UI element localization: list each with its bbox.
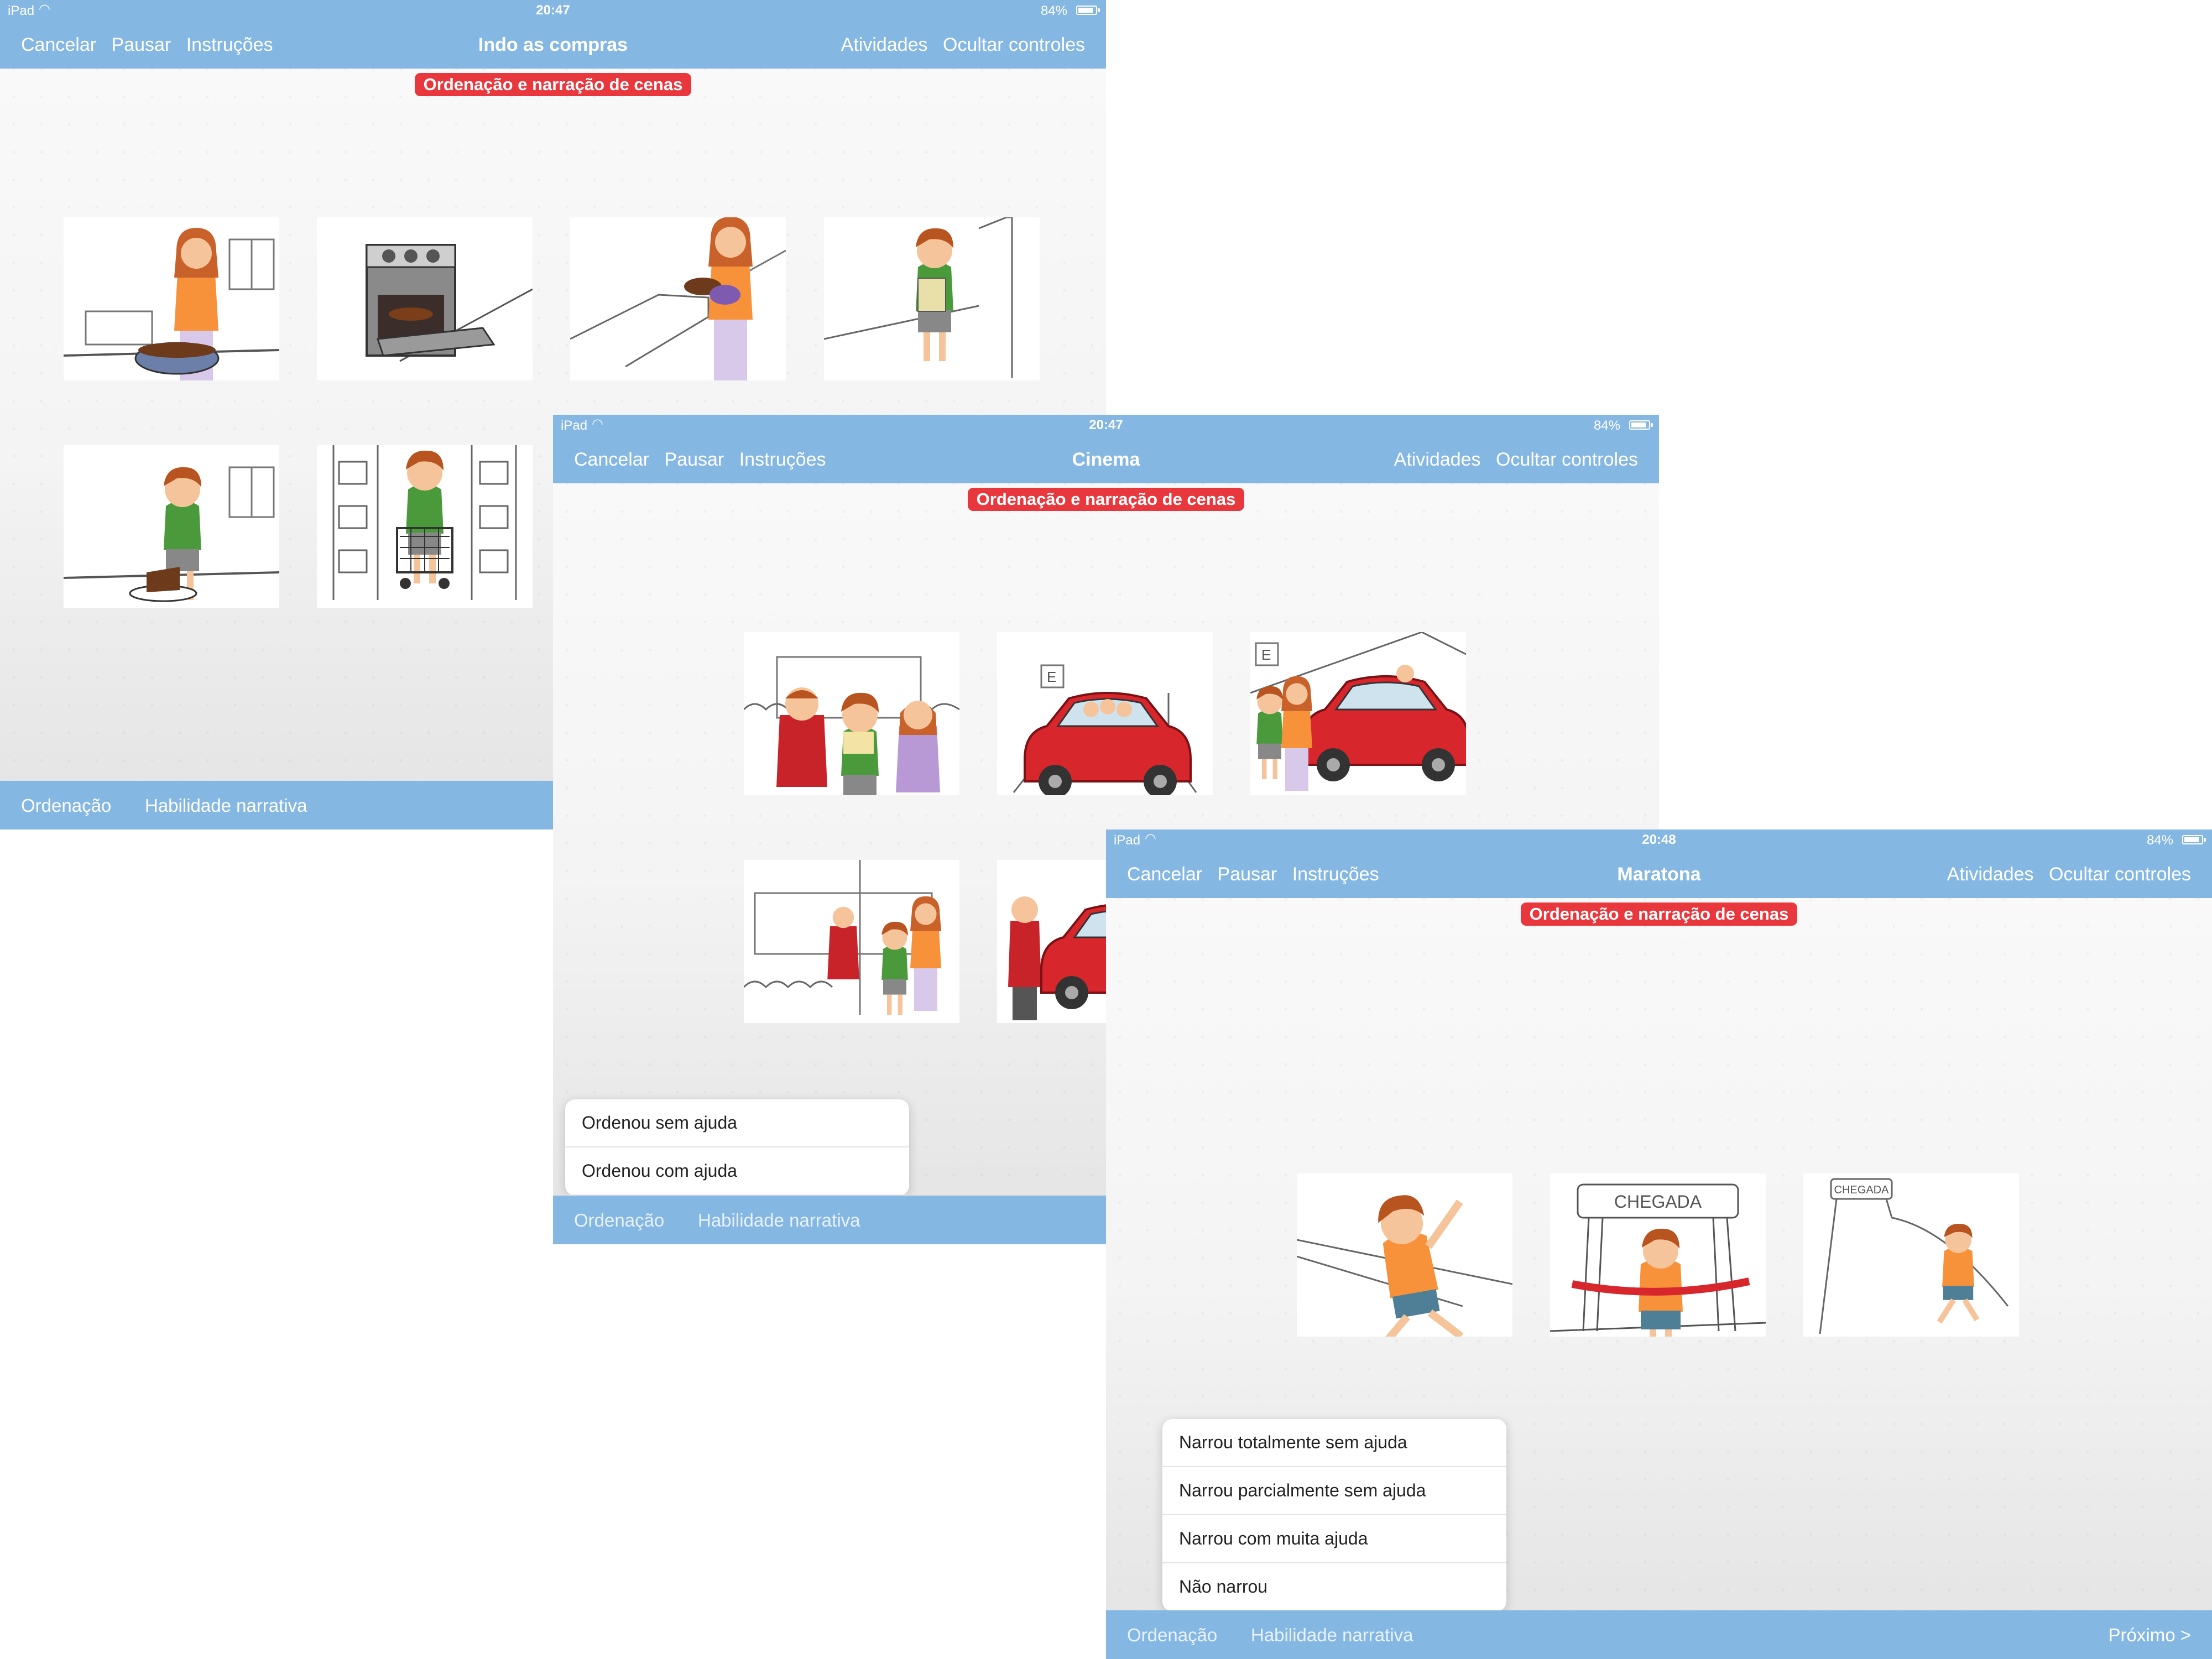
scene-card-family-leaving-cinema[interactable] bbox=[743, 860, 959, 1023]
scene-boy-crossing-finish-line: CHEGADA bbox=[1550, 1183, 1766, 1353]
tab-ordenacao[interactable]: Ordenação bbox=[1127, 1625, 1217, 1646]
finish-banner-text: CHEGADA bbox=[1614, 1192, 1702, 1212]
scene-card-boy-with-shopping-cart[interactable] bbox=[317, 445, 533, 608]
scene-card-boy-running-toward-finish[interactable]: CHEGADA bbox=[1803, 1173, 2019, 1337]
scene-card-family-arriving-at-car[interactable]: E bbox=[1250, 631, 1470, 795]
scene-card-family-in-cinema-seats[interactable] bbox=[743, 632, 960, 795]
scene-card-boy-with-shopping-bag[interactable] bbox=[823, 216, 1040, 380]
tab-habilidade-narrativa[interactable]: Habilidade narrativa bbox=[698, 1210, 860, 1231]
scene-card-cake-in-oven[interactable] bbox=[317, 217, 533, 380]
screen-maratona: iPad ◠ 20:48 84% Cancelar Pausar Instruç… bbox=[1106, 830, 2212, 1659]
battery-percent: 84% bbox=[1040, 3, 1067, 18]
activities-button[interactable]: Atividades bbox=[841, 34, 928, 55]
badge-label: Ordenação e narração de cenas bbox=[1520, 902, 1798, 926]
tab-habilidade-narrativa[interactable]: Habilidade narrativa bbox=[145, 795, 307, 816]
bottom-tab-bar: Ordenação Habilidade narrativa Próximo > bbox=[1106, 1610, 2212, 1659]
activities-button[interactable]: Atividades bbox=[1947, 864, 2034, 885]
narrative-options-popover: Narrou totalmente sem ajuda Narrou parci… bbox=[1162, 1419, 1506, 1624]
scene-card-boy-crossing-finish-line[interactable]: CHEGADA bbox=[1550, 1173, 1766, 1353]
scene-card-family-driving-car[interactable]: E bbox=[997, 632, 1213, 799]
option-narrou-totalmente-sem-ajuda[interactable]: Narrou totalmente sem ajuda bbox=[1162, 1419, 1506, 1467]
scene-woman-mixing-batter bbox=[63, 228, 280, 392]
option-narrou-parcialmente-sem-ajuda[interactable]: Narrou parcialmente sem ajuda bbox=[1162, 1467, 1506, 1515]
battery-percent: 84% bbox=[2146, 833, 2173, 848]
svg-text:E: E bbox=[1047, 669, 1056, 685]
activity-type-badge: Ordenação e narração de cenas bbox=[1106, 902, 2212, 926]
battery-icon bbox=[2182, 835, 2203, 844]
hide-controls-button[interactable]: Ocultar controles bbox=[943, 34, 1085, 55]
status-bar: iPad ◠ 20:48 84% bbox=[1106, 830, 2212, 851]
status-time: 20:48 bbox=[1642, 832, 1676, 847]
scene-family-arriving-at-car: E bbox=[1250, 631, 1470, 791]
badge-label: Ordenação e narração de cenas bbox=[414, 73, 692, 96]
option-ordenou-com-ajuda[interactable]: Ordenou com ajuda bbox=[565, 1147, 909, 1196]
tab-habilidade-narrativa[interactable]: Habilidade narrativa bbox=[1251, 1625, 1413, 1646]
option-ordenou-sem-ajuda[interactable]: Ordenou sem ajuda bbox=[565, 1099, 909, 1147]
scene-man-at-car-door bbox=[1008, 896, 1208, 1020]
scene-card-woman-holding-cake[interactable] bbox=[570, 217, 786, 380]
battery-tip bbox=[1651, 423, 1653, 427]
ordering-options-popover: Ordenou sem ajuda Ordenou com ajuda bbox=[565, 1099, 909, 1208]
status-bar: iPad ◠ 20:47 84% bbox=[0, 0, 1106, 21]
tab-ordenacao[interactable]: Ordenação bbox=[21, 795, 111, 816]
scene-cake-in-oven bbox=[366, 244, 533, 362]
tab-ordenacao[interactable]: Ordenação bbox=[574, 1210, 664, 1231]
scene-family-in-cinema-seats bbox=[743, 656, 960, 795]
scene-card-boy-running-waving[interactable] bbox=[1296, 1173, 1513, 1347]
activity-type-badge: Ordenação e narração de cenas bbox=[553, 488, 1659, 511]
option-nao-narrou[interactable]: Não narrou bbox=[1162, 1563, 1506, 1611]
scene-boy-running-waving bbox=[1296, 1195, 1513, 1347]
scene-boy-running-toward-finish: CHEGADA bbox=[1819, 1178, 2009, 1334]
scene-boy-with-shopping-bag bbox=[823, 216, 1013, 378]
svg-text:E: E bbox=[1261, 646, 1271, 663]
badge-label: Ordenação e narração de cenas bbox=[967, 488, 1245, 511]
hide-controls-button[interactable]: Ocultar controles bbox=[2049, 864, 2191, 885]
top-toolbar: Cancelar Pausar Instruções Indo as compr… bbox=[0, 21, 1106, 69]
next-button[interactable]: Próximo > bbox=[2109, 1625, 2191, 1646]
top-toolbar: Cancelar Pausar Instruções Maratona Ativ… bbox=[1106, 851, 2212, 898]
battery-icon bbox=[1629, 420, 1650, 430]
scene-woman-holding-cake bbox=[570, 217, 786, 380]
battery-tip bbox=[2204, 838, 2206, 842]
scene-card-man-at-car-door[interactable] bbox=[997, 860, 1208, 1023]
hide-controls-button[interactable]: Ocultar controles bbox=[1496, 449, 1638, 470]
finish-banner-small-text: CHEGADA bbox=[1834, 1184, 1890, 1196]
scene-card-woman-mixing-batter[interactable] bbox=[63, 217, 280, 392]
battery-tip bbox=[1098, 8, 1100, 12]
scene-family-driving-car: E bbox=[1013, 664, 1197, 799]
scene-boy-eating-cake bbox=[63, 445, 280, 608]
status-time: 20:47 bbox=[1089, 418, 1123, 432]
scene-boy-with-shopping-cart bbox=[332, 445, 517, 600]
status-bar: iPad ◠ 20:47 84% bbox=[553, 415, 1659, 436]
activities-button[interactable]: Atividades bbox=[1394, 449, 1481, 470]
battery-percent: 84% bbox=[1593, 418, 1620, 433]
option-narrou-com-muita-ajuda[interactable]: Narrou com muita ajuda bbox=[1162, 1515, 1506, 1563]
top-toolbar: Cancelar Pausar Instruções Cinema Ativid… bbox=[553, 436, 1659, 483]
status-time: 20:47 bbox=[536, 3, 570, 18]
activity-type-badge: Ordenação e narração de cenas bbox=[0, 73, 1106, 96]
battery-icon bbox=[1076, 6, 1097, 15]
scene-card-boy-eating-cake[interactable] bbox=[63, 445, 280, 608]
scene-family-leaving-cinema bbox=[743, 860, 941, 1023]
